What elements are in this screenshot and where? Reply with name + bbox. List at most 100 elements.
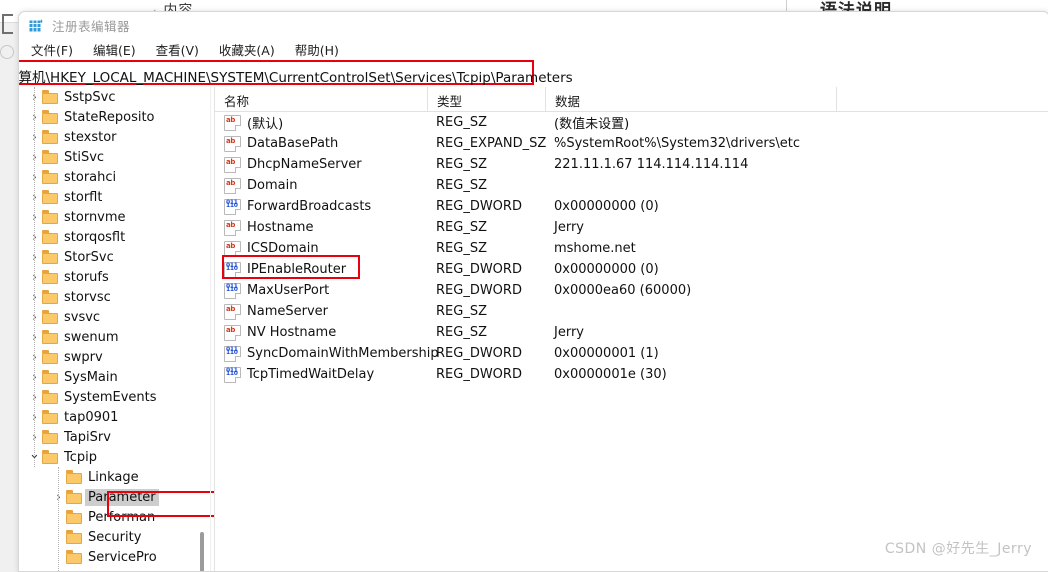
value-row[interactable]: 011 110 ForwardBroadcasts REG_DWORD 0x000000… bbox=[215, 196, 1048, 217]
value-name-cell: ab NameServer bbox=[215, 303, 427, 320]
value-type: REG_SZ bbox=[436, 115, 487, 130]
value-data: 221.11.1.67 114.114.114.114 bbox=[554, 157, 749, 172]
value-data: 0x00000000 (0) bbox=[554, 262, 659, 277]
folder-icon bbox=[42, 350, 59, 364]
tree-node-label: StorSvc bbox=[64, 249, 114, 265]
menu-view[interactable]: 查看(V) bbox=[156, 40, 199, 59]
tree-scrollbar-thumb[interactable] bbox=[200, 532, 204, 571]
tree-node[interactable]: › stornvme bbox=[19, 207, 215, 227]
tree-node[interactable]: › tap0901 bbox=[19, 407, 215, 427]
value-name-cell: ab NV Hostname bbox=[215, 324, 427, 341]
tree-node[interactable]: › storqosflt bbox=[19, 227, 215, 247]
value-name-cell: ab Domain bbox=[215, 177, 427, 194]
menu-edit[interactable]: 编辑(E) bbox=[93, 40, 136, 59]
tree-node-label: StateReposito bbox=[64, 109, 155, 125]
dword-value-icon: 011 110 bbox=[224, 345, 241, 362]
tree-node[interactable]: › StateReposito bbox=[19, 107, 215, 127]
background-circle-decoration bbox=[0, 45, 14, 59]
tree-vertical-scrollbar[interactable] bbox=[196, 87, 210, 571]
value-row[interactable]: ab NV Hostname REG_SZ Jerry bbox=[215, 322, 1048, 343]
value-row[interactable]: 011 110 TcpTimedWaitDelay REG_DWORD 0x000000… bbox=[215, 364, 1048, 385]
value-name-cell: ab DhcpNameServer bbox=[215, 156, 427, 173]
value-row[interactable]: ab DhcpNameServer REG_SZ 221.11.1.67 114.11… bbox=[215, 154, 1048, 175]
value-row[interactable]: ab ICSDomain REG_SZ mshome.net bbox=[215, 238, 1048, 259]
tree-node[interactable]: › storahci bbox=[19, 167, 215, 187]
column-header-name[interactable]: 名称 bbox=[215, 87, 427, 111]
value-row[interactable]: ab DataBasePath REG_EXPAND_SZ %SystemRoot%\… bbox=[215, 133, 1048, 154]
registry-editor-icon bbox=[29, 18, 44, 33]
column-header-type[interactable]: 类型 bbox=[427, 87, 545, 111]
tree-node[interactable]: ServicePro bbox=[19, 547, 215, 567]
tree-node[interactable]: › StorSvc bbox=[19, 247, 215, 267]
tree-node[interactable]: › storflt bbox=[19, 187, 215, 207]
column-header-data[interactable]: 数据 bbox=[545, 87, 836, 111]
tree-node[interactable]: › storvsc bbox=[19, 287, 215, 307]
folder-icon bbox=[42, 430, 59, 444]
value-data: 0x0000ea60 (60000) bbox=[554, 283, 692, 298]
folder-icon bbox=[42, 410, 59, 424]
tree-node[interactable]: ⌄ Tcpip bbox=[19, 447, 215, 467]
folder-icon bbox=[42, 230, 59, 244]
title-bar: 注册表编辑器 bbox=[19, 12, 1048, 39]
value-name: NameServer bbox=[247, 304, 328, 319]
tree-node-label: storahci bbox=[64, 169, 117, 185]
menu-bar: 文件(F) 编辑(E) 查看(V) 收藏夹(A) 帮助(H) bbox=[19, 39, 1048, 60]
menu-file[interactable]: 文件(F) bbox=[31, 40, 73, 59]
value-name: NV Hostname bbox=[247, 325, 337, 340]
value-row[interactable]: ab Domain REG_SZ bbox=[215, 175, 1048, 196]
value-data: mshome.net bbox=[554, 241, 636, 256]
folder-icon bbox=[66, 550, 83, 564]
tree-node[interactable]: › SstpSvc bbox=[19, 87, 215, 107]
value-row[interactable]: ab NameServer REG_SZ bbox=[215, 301, 1048, 322]
tree-guide-line bbox=[58, 467, 60, 571]
value-row[interactable]: ab Hostname REG_SZ Jerry bbox=[215, 217, 1048, 238]
tree-node[interactable]: › TapiSrv bbox=[19, 427, 215, 447]
value-name: DhcpNameServer bbox=[247, 157, 362, 172]
address-bar-region: 计算机\HKEY_LOCAL_MACHINE\SYSTEM\CurrentCon… bbox=[19, 60, 1048, 86]
folder-icon bbox=[42, 110, 59, 124]
folder-icon bbox=[42, 310, 59, 324]
value-row[interactable]: 011 110 MaxUserPort REG_DWORD 0x0000ea60 (60… bbox=[215, 280, 1048, 301]
tree-node[interactable]: › svsvc bbox=[19, 307, 215, 327]
tree-node[interactable]: › swenum bbox=[19, 327, 215, 347]
value-type: REG_DWORD bbox=[436, 283, 522, 298]
value-type: REG_EXPAND_SZ bbox=[436, 136, 547, 151]
tree-node-label: swprv bbox=[64, 349, 103, 365]
folder-icon bbox=[66, 490, 83, 504]
folder-icon bbox=[42, 370, 59, 384]
window-title: 注册表编辑器 bbox=[52, 19, 131, 34]
tree-node[interactable]: Security bbox=[19, 527, 215, 547]
address-bar-input[interactable]: 计算机\HKEY_LOCAL_MACHINE\SYSTEM\CurrentCon… bbox=[19, 66, 573, 86]
tree-node[interactable]: › swprv bbox=[19, 347, 215, 367]
registry-values-pane[interactable]: 名称 类型 数据 ab (默认) REG_SZ (数值未设置) ab DataBasePa… bbox=[215, 87, 1048, 571]
tree-node[interactable]: Performan bbox=[19, 507, 215, 527]
tree-node[interactable]: › Parameter bbox=[19, 487, 215, 507]
value-name: ForwardBroadcasts bbox=[247, 199, 372, 214]
tree-node-label: Performan bbox=[88, 509, 156, 525]
values-column-headers: 名称 类型 数据 bbox=[215, 87, 1048, 112]
value-name-cell: ab Hostname bbox=[215, 219, 427, 236]
dword-value-icon: 011 110 bbox=[224, 282, 241, 299]
value-row[interactable]: 011 110 IPEnableRouter REG_DWORD 0x00000000 … bbox=[215, 259, 1048, 280]
string-value-icon: ab bbox=[224, 156, 241, 173]
menu-help[interactable]: 帮助(H) bbox=[295, 40, 339, 59]
tree-node[interactable]: › SysMain bbox=[19, 367, 215, 387]
tree-node[interactable]: › SystemEvents bbox=[19, 387, 215, 407]
folder-icon bbox=[42, 270, 59, 284]
registry-tree-pane[interactable]: › SstpSvc › StateReposito › stexstor › StiSvc › s… bbox=[19, 87, 215, 571]
tree-node-label: stexstor bbox=[64, 129, 117, 145]
tree-node[interactable]: › stexstor bbox=[19, 127, 215, 147]
tree-pane-inner-edge bbox=[210, 87, 211, 571]
tree-node-label: Tcpip bbox=[64, 449, 97, 465]
menu-favorites[interactable]: 收藏夹(A) bbox=[219, 40, 275, 59]
string-value-icon: ab bbox=[224, 177, 241, 194]
window-body: › SstpSvc › StateReposito › stexstor › StiSvc › s… bbox=[19, 87, 1048, 571]
value-name-cell: 011 110 IPEnableRouter bbox=[215, 261, 427, 278]
value-row[interactable]: 011 110 SyncDomainWithMembership REG_DWORD 0… bbox=[215, 343, 1048, 364]
tree-node[interactable]: › storufs bbox=[19, 267, 215, 287]
tree-node[interactable]: Linkage bbox=[19, 467, 215, 487]
value-row[interactable]: ab (默认) REG_SZ (数值未设置) bbox=[215, 112, 1048, 133]
value-data: %SystemRoot%\System32\drivers\etc bbox=[554, 136, 801, 151]
tree-node[interactable]: › StiSvc bbox=[19, 147, 215, 167]
background-bracket-decoration bbox=[2, 14, 13, 34]
